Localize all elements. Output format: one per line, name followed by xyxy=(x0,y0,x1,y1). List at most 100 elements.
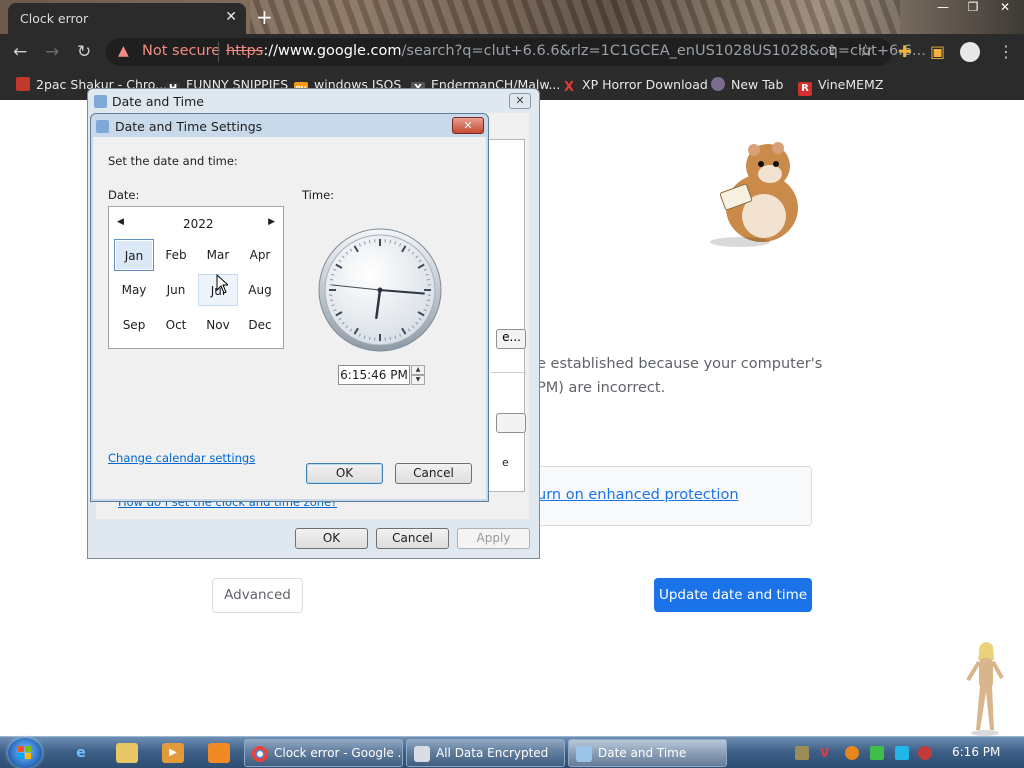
spin-up-icon[interactable]: ▲ xyxy=(411,365,425,375)
address-bar[interactable]: ▲ Not secure https://www.google.com/sear… xyxy=(106,38,926,66)
taskbar-button-date-time[interactable]: Date and Time xyxy=(568,739,727,767)
time-label: Time: xyxy=(302,188,335,202)
calendar-icon xyxy=(96,120,109,133)
bookmark-item[interactable]: X XP Horror Download xyxy=(562,77,708,95)
tray-app-icon[interactable] xyxy=(795,746,809,760)
close-window-button[interactable]: ✕ xyxy=(990,0,1020,18)
month-cell[interactable]: Mar xyxy=(198,239,238,271)
error-line: PM) are incorrect. xyxy=(537,380,666,396)
tab-strip: Clock error ✕ + — ❐ ✕ xyxy=(0,0,1024,34)
taskbar-button-encrypted[interactable]: All Data Encrypted xyxy=(406,739,565,767)
maximize-button[interactable]: ❐ xyxy=(958,0,988,18)
x-icon: X xyxy=(563,80,575,95)
mouse-cursor-icon xyxy=(216,274,228,294)
date-label: Date: xyxy=(108,188,140,202)
clock-minute-tick xyxy=(426,278,430,281)
taskbar-clock[interactable]: 6:16 PM xyxy=(952,745,1000,759)
previous-year-icon[interactable]: ◀ xyxy=(117,217,124,227)
url-path: /search?q=clut+6.6.6&rlz=1C1GCEA_enUS102… xyxy=(401,43,926,59)
warning-icon: ▲ xyxy=(118,43,129,59)
antivirus-icon[interactable]: V xyxy=(820,746,834,760)
instruction-text: Set the date and time: xyxy=(108,154,238,168)
month-cell[interactable]: Apr xyxy=(240,239,280,271)
new-tab-button[interactable]: + xyxy=(256,5,273,29)
minimize-button[interactable]: — xyxy=(928,0,958,18)
extensions-icon[interactable]: ✚ xyxy=(898,42,911,61)
url-scheme: https xyxy=(226,43,264,59)
tab-close-icon[interactable]: ✕ xyxy=(225,9,237,25)
ok-button[interactable]: OK xyxy=(306,463,383,484)
bookmark-item[interactable]: R VineMEMZ xyxy=(798,77,883,96)
change-calendar-settings-link[interactable]: Change calendar settings xyxy=(108,451,255,465)
volume-icon[interactable] xyxy=(918,746,932,760)
time-spinner[interactable]: ▲ ▼ xyxy=(411,365,425,385)
bookmark-item[interactable]: New Tab xyxy=(711,77,783,92)
taskbar-button-chrome[interactable]: Clock error - Google ... xyxy=(244,739,403,767)
start-button[interactable] xyxy=(8,738,42,768)
ok-button[interactable]: OK xyxy=(295,528,368,549)
display-icon[interactable] xyxy=(895,746,909,760)
clock-minute-tick xyxy=(389,240,392,244)
hamster-pet-icon xyxy=(710,142,798,247)
calendar-year[interactable]: 2022 xyxy=(183,217,214,231)
close-icon[interactable]: ✕ xyxy=(452,117,484,134)
date-time-settings-dialog: Date and Time Settings ✕ Set the date an… xyxy=(90,113,489,502)
month-cell[interactable]: Dec xyxy=(240,309,280,341)
month-cell[interactable]: Oct xyxy=(156,309,196,341)
apply-button[interactable]: Apply xyxy=(457,528,530,549)
side-panel-icon[interactable]: ▣ xyxy=(930,42,945,61)
dialog-body: Set the date and time: Date: Time: ◀ 202… xyxy=(93,137,486,499)
taskbar-button-label: Clock error - Google ... xyxy=(274,746,403,760)
error-line: e established because your computer's xyxy=(537,356,823,372)
reload-icon[interactable]: ↻ xyxy=(77,42,91,62)
folder-icon[interactable] xyxy=(116,743,138,763)
internet-explorer-icon[interactable]: e xyxy=(70,743,92,763)
change-settings-button[interactable] xyxy=(496,413,526,433)
update-date-button[interactable]: Update date and time xyxy=(654,578,812,612)
cancel-button[interactable]: Cancel xyxy=(395,463,472,484)
close-icon[interactable]: ✕ xyxy=(509,93,531,109)
windows-logo-icon xyxy=(18,746,31,759)
bookmark-label: VineMEMZ xyxy=(818,77,884,92)
tab-clock-error[interactable]: Clock error ✕ xyxy=(8,3,246,34)
month-cell[interactable]: Sep xyxy=(114,309,154,341)
clock-center xyxy=(377,287,383,293)
clock-minute-tick xyxy=(330,278,334,281)
taskbar-button-label: Date and Time xyxy=(598,746,687,760)
divider xyxy=(491,372,526,373)
paint-icon[interactable] xyxy=(208,743,230,763)
r-icon: R xyxy=(798,82,812,96)
taskbar: e ▶ Clock error - Google ... All Data En… xyxy=(0,736,1024,768)
security-status[interactable]: Not secure xyxy=(142,43,220,59)
enhanced-protection-link[interactable]: urn on enhanced protection xyxy=(537,487,739,503)
clock-minute-tick xyxy=(368,240,371,244)
month-cell[interactable]: Nov xyxy=(198,309,238,341)
next-year-icon[interactable]: ▶ xyxy=(268,217,275,227)
month-cell[interactable]: Feb xyxy=(156,239,196,271)
chrome-icon xyxy=(252,746,268,762)
profile-avatar[interactable] xyxy=(960,42,980,62)
browser-toolbar: ← → ↻ ▲ Not secure https://www.google.co… xyxy=(0,34,1024,70)
bookmark-star-icon[interactable]: ☆ xyxy=(858,41,873,61)
menu-icon[interactable]: ⋮ xyxy=(998,42,1014,61)
url-text[interactable]: https://www.google.com/search?q=clut+6.6… xyxy=(226,43,926,59)
cancel-button[interactable]: Cancel xyxy=(376,528,449,549)
omnibox-divider xyxy=(218,42,219,62)
time-input[interactable]: 6:15:46 PM xyxy=(338,365,410,385)
month-cell[interactable]: Aug xyxy=(240,274,280,306)
month-cell[interactable]: Jun xyxy=(156,274,196,306)
change-timezone-button[interactable]: e... xyxy=(496,329,526,349)
spin-down-icon[interactable]: ▼ xyxy=(411,375,425,385)
network-icon[interactable] xyxy=(870,746,884,760)
month-cell[interactable]: May xyxy=(114,274,154,306)
month-cell[interactable]: Jan xyxy=(114,239,154,271)
media-player-icon[interactable]: ▶ xyxy=(162,743,184,763)
back-icon[interactable]: ← xyxy=(13,42,27,62)
search-tray-icon[interactable] xyxy=(845,746,859,760)
dialog-title: Date and Time xyxy=(112,94,204,109)
share-icon[interactable]: ⇪ xyxy=(826,43,838,59)
advanced-button[interactable]: Advanced xyxy=(212,578,303,613)
forward-icon[interactable]: → xyxy=(45,42,59,62)
month-calendar[interactable]: ◀ 2022 ▶ Jan Feb Mar Apr May Jun Jul Aug Sep Oct N… xyxy=(108,206,284,349)
dialog-title: Date and Time Settings xyxy=(115,119,263,134)
